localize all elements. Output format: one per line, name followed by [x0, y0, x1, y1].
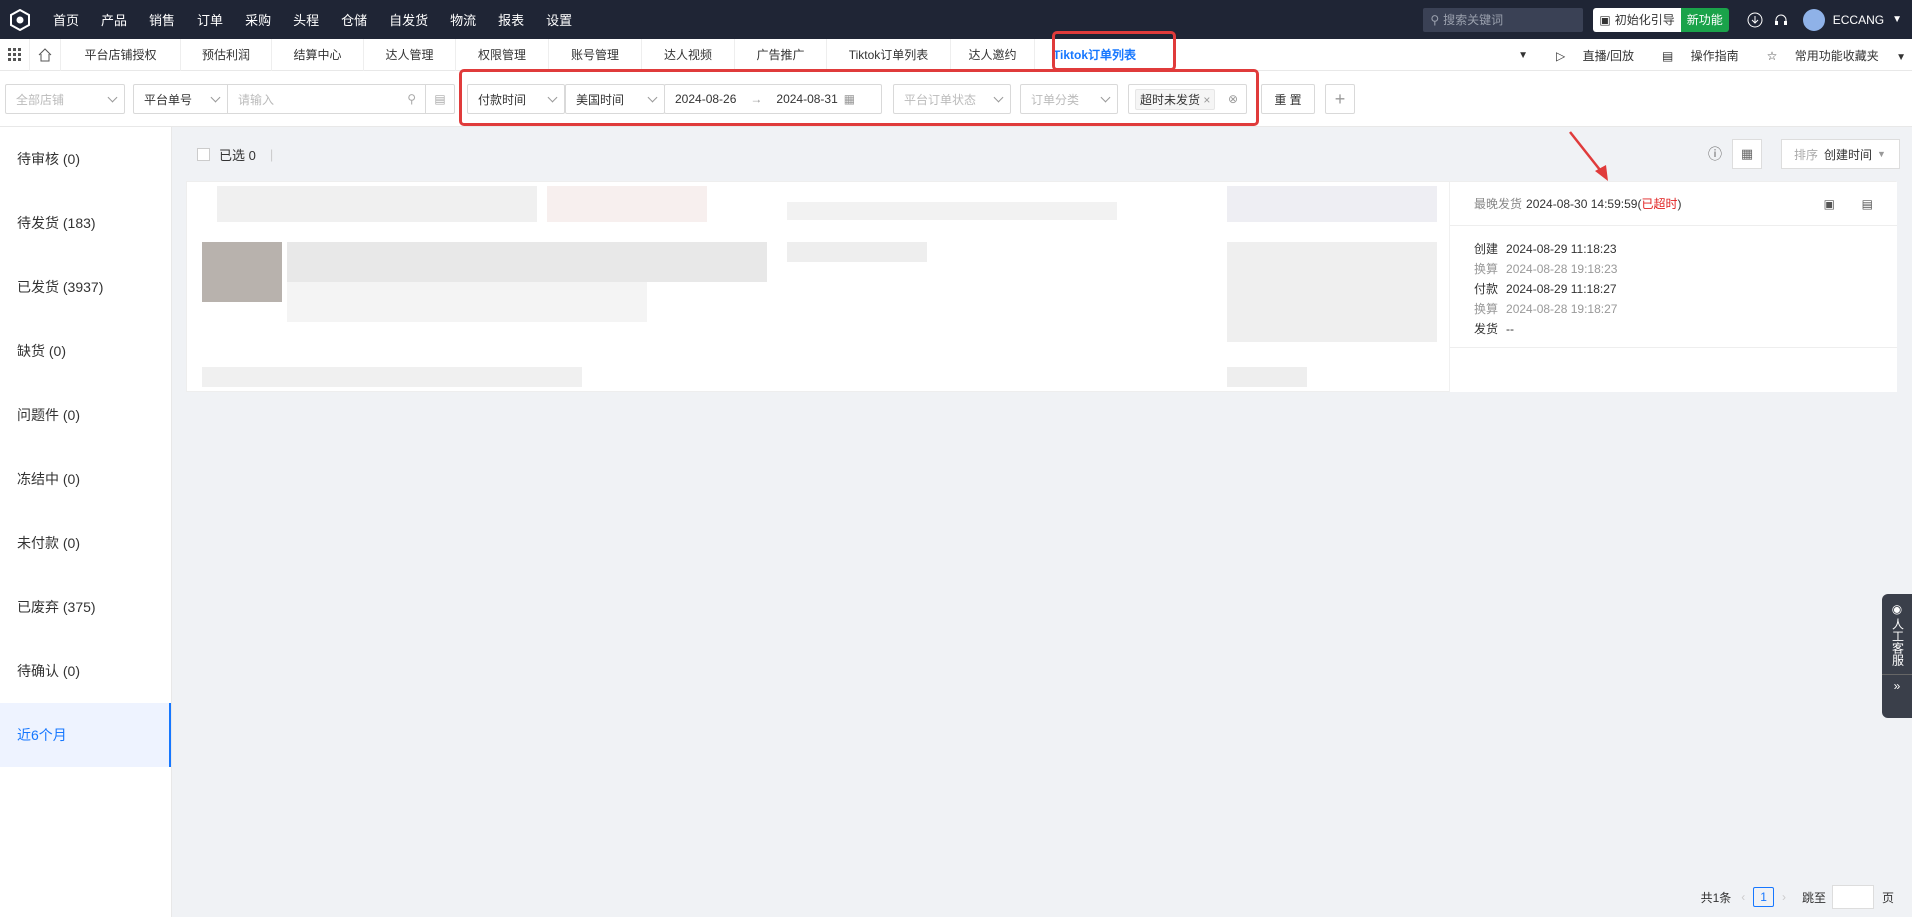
order-time-panel: 最晚发货 2024-08-30 14:59:59(已超时) ▣ ▤ 创建 2024…: [1449, 182, 1897, 392]
customer-service-button[interactable]: ◉ 人工客服 »: [1882, 594, 1912, 718]
add-filter-button[interactable]: +: [1325, 84, 1355, 114]
favorites-menu[interactable]: ☆ 常用功能收藏夹 ▼: [1753, 47, 1906, 64]
chevron-down-icon[interactable]: ▼: [1892, 14, 1902, 25]
main-menu-item[interactable]: 采购: [245, 10, 271, 29]
top-navbar: 首页 产品 销售 订单 采购 头程 仓储 自发货 物流 报表 设置 ⚲ 搜索关键词 ▣ 初始化引导 新…: [0, 0, 1912, 39]
main-menu-item[interactable]: 自发货: [389, 10, 428, 29]
app-logo-icon[interactable]: [0, 0, 39, 39]
prev-page-icon[interactable]: ‹: [1741, 890, 1745, 904]
sidebar-item[interactable]: 已废弃 (375): [0, 575, 171, 639]
sidebar-item[interactable]: 已发货 (3937): [0, 255, 171, 319]
manual-link[interactable]: ▤ 操作指南: [1648, 47, 1739, 64]
search-icon: ⚲: [1430, 12, 1440, 27]
username[interactable]: ECCANG: [1833, 13, 1884, 27]
star-icon: ☆: [1766, 48, 1781, 63]
highlight-filters: [459, 69, 1259, 126]
sidebar-item[interactable]: 近6个月: [0, 703, 171, 767]
main-menu: 首页 产品 销售 订单 采购 头程 仓储 自发货 物流 报表 设置: [53, 10, 594, 29]
next-page-icon[interactable]: ›: [1782, 890, 1786, 904]
reset-button[interactable]: 重 置: [1261, 84, 1315, 114]
order-number-input[interactable]: 请输入 ⚲: [227, 84, 426, 114]
create-time: 2024-08-29 11:18:23: [1506, 242, 1617, 256]
new-feature-button[interactable]: 新功能: [1680, 7, 1729, 32]
main-menu-item[interactable]: 销售: [149, 10, 175, 29]
chevron-down-icon: ▼: [1877, 149, 1886, 159]
avatar[interactable]: [1802, 8, 1825, 31]
store-select[interactable]: 全部店铺: [5, 84, 125, 114]
tab-profit[interactable]: 预估利润: [180, 38, 271, 71]
overdue-badge: 已超时: [1641, 197, 1678, 211]
tab-tiktok-orders[interactable]: Tiktok订单列表: [826, 38, 950, 71]
select-all-checkbox[interactable]: [197, 147, 210, 161]
tab-permission[interactable]: 权限管理: [455, 38, 548, 71]
note-icon[interactable]: ▤: [1862, 197, 1873, 211]
order-status-sidebar: 待审核 (0) 待发货 (183) 已发货 (3937) 缺货 (0) 问题件 (0) 冻…: [0, 127, 172, 917]
sort-select[interactable]: 排序 创建时间 ▼: [1781, 139, 1900, 169]
init-guide-button[interactable]: ▣ 初始化引导: [1593, 7, 1681, 32]
preview-icon[interactable]: ▣: [1824, 197, 1835, 211]
goto-page-input[interactable]: [1831, 885, 1874, 909]
page-tabs: 平台店铺授权 预估利润 结算中心 达人管理 权限管理 账号管理 达人视频 广告推…: [0, 38, 1912, 71]
pay-time-converted: 2024-08-28 19:18:27: [1506, 302, 1618, 316]
order-type-select[interactable]: 平台单号: [133, 84, 228, 114]
headset-icon: ◉: [1891, 602, 1903, 616]
tab-influencer-mgmt[interactable]: 达人管理: [363, 38, 455, 71]
main-menu-item[interactable]: 仓储: [341, 10, 367, 29]
tab-settlement[interactable]: 结算中心: [271, 38, 363, 71]
expand-icon[interactable]: »: [1882, 674, 1912, 693]
tab-influencer-video[interactable]: 达人视频: [641, 38, 734, 71]
search-icon: ⚲: [407, 92, 416, 106]
ship-time: --: [1506, 322, 1515, 336]
cube-icon: ▣: [1599, 12, 1611, 27]
tab-account[interactable]: 账号管理: [548, 38, 641, 71]
highlight-active-tab: [1052, 31, 1176, 71]
sidebar-item[interactable]: 未付款 (0): [0, 511, 171, 575]
apps-grid-icon[interactable]: [0, 38, 30, 71]
sidebar-item[interactable]: 冻结中 (0): [0, 447, 171, 511]
sidebar-item[interactable]: 问题件 (0): [0, 383, 171, 447]
main-menu-item[interactable]: 物流: [450, 10, 476, 29]
main-menu-item[interactable]: 首页: [53, 10, 79, 29]
chevron-down-icon[interactable]: ▼: [1518, 50, 1528, 61]
tab-store-auth[interactable]: 平台店铺授权: [60, 38, 180, 71]
order-list: 已选 0 | ⓘ ▦ 排序 创建时间 ▼ 最晚发货 2024-08-30 14:59…: [172, 127, 1912, 917]
main-menu-item[interactable]: 报表: [498, 10, 524, 29]
customer-service-label: 人工客服: [1890, 618, 1905, 666]
main-menu-item[interactable]: 设置: [546, 10, 572, 29]
pay-time: 2024-08-29 11:18:27: [1506, 282, 1617, 296]
annotation-arrow-icon: [1569, 131, 1608, 181]
chevron-down-icon: ▼: [1896, 51, 1906, 63]
page-1[interactable]: 1: [1753, 887, 1774, 907]
live-replay-link[interactable]: ▷ 直播/回放: [1542, 47, 1634, 64]
download-icon[interactable]: [1745, 10, 1765, 30]
info-icon[interactable]: ⓘ: [1708, 144, 1722, 164]
main-menu-item[interactable]: 订单: [197, 10, 223, 29]
global-search-input[interactable]: ⚲ 搜索关键词: [1423, 7, 1584, 32]
latest-ship-time: 2024-08-30 14:59:59: [1526, 196, 1638, 211]
tab-ads[interactable]: 广告推广: [734, 38, 826, 71]
play-icon: ▷: [1556, 48, 1569, 63]
home-icon[interactable]: [30, 39, 60, 71]
view-toggle-icon[interactable]: ▦: [1732, 139, 1762, 169]
create-time-converted: 2024-08-28 19:18:23: [1506, 262, 1618, 276]
tab-influencer-invite[interactable]: 达人邀约: [950, 38, 1034, 71]
selected-count: 已选 0: [219, 147, 256, 163]
sidebar-item[interactable]: 待确认 (0): [0, 639, 171, 703]
main-menu-item[interactable]: 产品: [101, 10, 127, 29]
headset-icon[interactable]: [1771, 10, 1791, 30]
batch-input-icon[interactable]: ▤: [425, 84, 455, 114]
doc-icon: ▤: [1661, 48, 1677, 63]
sidebar-item[interactable]: 待发货 (183): [0, 191, 171, 255]
total-count: 共1条: [1700, 890, 1732, 905]
order-card[interactable]: 最晚发货 2024-08-30 14:59:59(已超时) ▣ ▤ 创建 2024…: [186, 181, 1897, 392]
sidebar-item[interactable]: 待审核 (0): [0, 127, 171, 191]
sidebar-item[interactable]: 缺货 (0): [0, 319, 171, 383]
pagination: 共1条 ‹ 1 › 跳至 页: [1701, 885, 1894, 909]
main-menu-item[interactable]: 头程: [293, 10, 319, 29]
